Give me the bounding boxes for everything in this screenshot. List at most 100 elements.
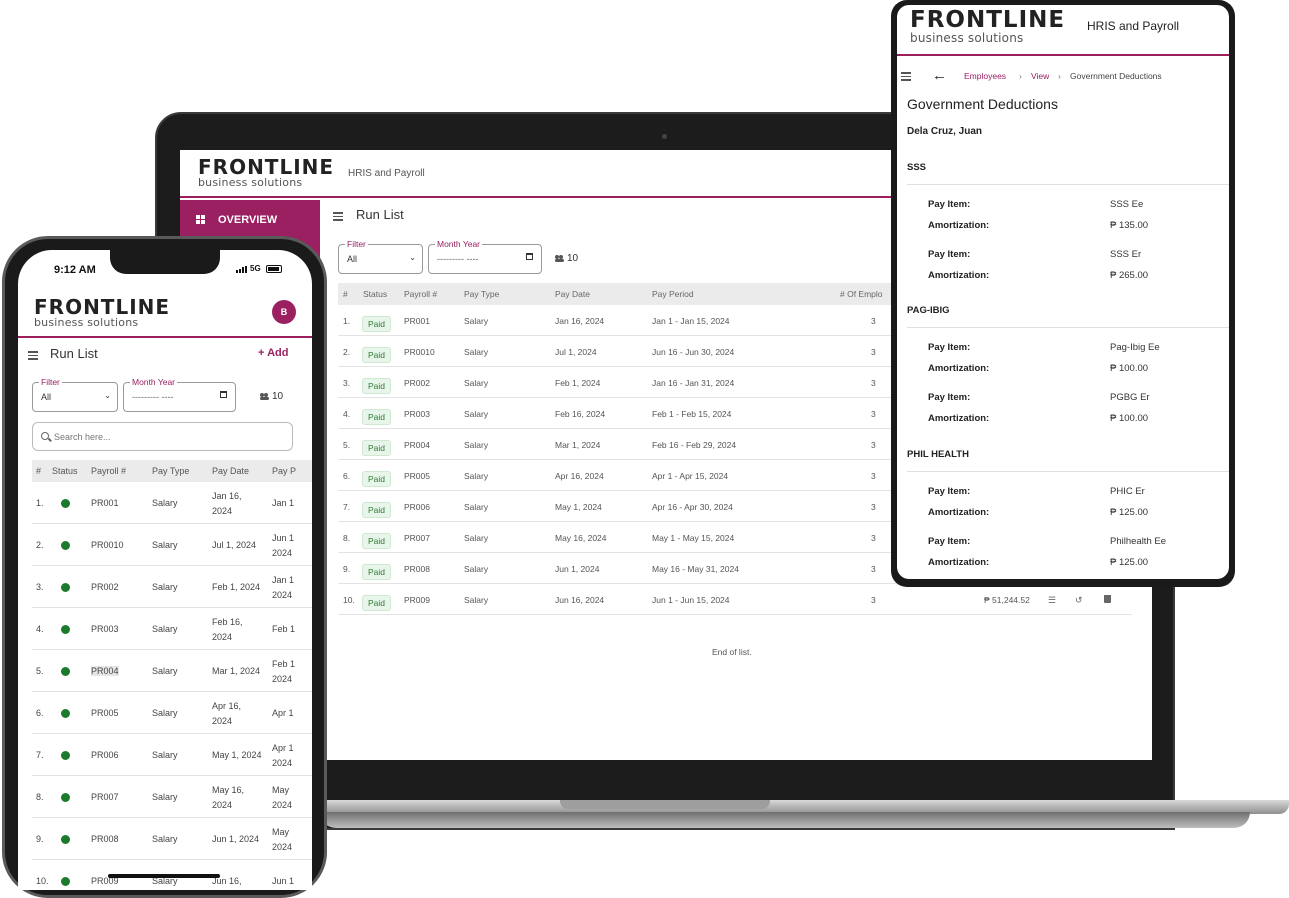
menu-toggle-icon[interactable] bbox=[333, 212, 343, 221]
search-input[interactable]: Search here... bbox=[32, 422, 293, 451]
table-row[interactable]: 8. PR007 Salary May 16, 2024 May 2024 bbox=[32, 776, 312, 818]
pay-type: Salary bbox=[152, 750, 178, 760]
month-year-input[interactable]: Month Year --------- ---- bbox=[123, 377, 236, 412]
pay-period: Jan 1 bbox=[272, 498, 295, 508]
sidebar-item-label: OVERVIEW bbox=[218, 214, 278, 226]
pay-type: Salary bbox=[152, 624, 178, 634]
payroll-number[interactable]: PR008 bbox=[404, 564, 430, 574]
filter-select[interactable]: Filter All ⌄ bbox=[338, 239, 423, 274]
calendar-icon[interactable] bbox=[526, 253, 533, 260]
payroll-number[interactable]: PR002 bbox=[404, 378, 430, 388]
month-year-label: Month Year bbox=[130, 377, 178, 387]
pay-date: Jun 1, 2024 bbox=[212, 834, 260, 844]
table-row[interactable]: 6. PR005 Salary Apr 16, 2024 Apr 1 bbox=[32, 692, 312, 734]
table-row[interactable]: 7. PR006 Salary May 1, 2024 Apr 1 2024 bbox=[32, 734, 312, 776]
pay-type: Salary bbox=[464, 316, 489, 326]
table-row[interactable]: 5. PR004 Salary Mar 1, 2024 Feb 1 2024 bbox=[32, 650, 312, 692]
amortization-value: ₱ 135.00 bbox=[1110, 220, 1149, 231]
amortization-value: ₱ 100.00 bbox=[1110, 363, 1149, 374]
table-row[interactable]: 3. PR002 Salary Feb 1, 2024 Jan 1 2024 bbox=[32, 566, 312, 608]
table-row[interactable]: 1. PR001 Salary Jan 16, 2024 Jan 1 bbox=[32, 482, 312, 524]
row-index: 1. bbox=[36, 498, 44, 508]
row-index: 6. bbox=[36, 708, 44, 718]
calendar-icon[interactable] bbox=[220, 391, 227, 398]
payroll-number[interactable]: PR001 bbox=[91, 498, 119, 508]
history-icon[interactable]: ↺ bbox=[1075, 595, 1083, 606]
filter-value: All bbox=[347, 254, 358, 264]
table-row[interactable]: 9. PR008 Salary Jun 1, 2024 May 2024 bbox=[32, 818, 312, 860]
pay-type: Salary bbox=[152, 708, 178, 718]
payroll-number[interactable]: PR0010 bbox=[91, 540, 124, 550]
breadcrumb-employees[interactable]: Employees bbox=[964, 71, 1006, 81]
col-payroll: Payroll # bbox=[404, 289, 438, 299]
payroll-number[interactable]: PR002 bbox=[91, 582, 119, 592]
pay-period: Jun 1 bbox=[272, 533, 295, 543]
row-index: 5. bbox=[343, 440, 351, 450]
avatar[interactable]: B bbox=[272, 300, 296, 324]
back-arrow-icon[interactable]: ← bbox=[932, 67, 947, 84]
row-index: 4. bbox=[36, 624, 44, 634]
pay-date: Jul 1, 2024 bbox=[212, 540, 257, 550]
payroll-number[interactable]: PR006 bbox=[404, 502, 430, 512]
month-year-input[interactable]: Month Year --------- ---- bbox=[428, 239, 542, 274]
payroll-number[interactable]: PR005 bbox=[91, 708, 119, 718]
page-title: Run List bbox=[50, 346, 98, 361]
logo-main: FRONTLINE bbox=[198, 155, 335, 179]
pay-type: Salary bbox=[152, 666, 178, 676]
filter-label: Filter bbox=[345, 239, 368, 249]
sidebar-item-overview[interactable]: OVERVIEW bbox=[180, 208, 320, 232]
row-index: 8. bbox=[36, 792, 44, 802]
payroll-number[interactable]: PR001 bbox=[404, 316, 430, 326]
table-header: # Status Payroll # Pay Type Pay Date Pay… bbox=[32, 460, 312, 482]
payroll-number[interactable]: PR007 bbox=[91, 792, 119, 802]
employee-count: 3 bbox=[871, 378, 876, 388]
phone-logo: FRONTLINE business solutions bbox=[34, 297, 170, 328]
status-badge: Paid bbox=[362, 471, 392, 487]
payroll-number[interactable]: PR005 bbox=[404, 471, 430, 481]
filter-select[interactable]: Filter All ⌄ bbox=[32, 377, 118, 412]
payroll-number[interactable]: PR004 bbox=[91, 666, 119, 676]
phone-notch bbox=[110, 250, 220, 274]
amortization-value: ₱ 100.00 bbox=[1110, 413, 1149, 424]
delete-icon[interactable] bbox=[1104, 595, 1111, 603]
table-row[interactable]: 2. PR0010 Salary Jul 1, 2024 Jun 1 2024 bbox=[32, 524, 312, 566]
logo-main: FRONTLINE bbox=[34, 295, 171, 319]
status-dot bbox=[61, 709, 70, 718]
payroll-number[interactable]: PR007 bbox=[404, 533, 430, 543]
app-name: HRIS and Payroll bbox=[348, 168, 425, 179]
pay-date: Mar 1, 2024 bbox=[212, 666, 261, 676]
payroll-number[interactable]: PR003 bbox=[404, 409, 430, 419]
table-row[interactable]: 10. Paid PR009 Salary Jun 16, 2024 Jun 1 - Ju… bbox=[338, 584, 1132, 615]
status-badge: Paid bbox=[362, 378, 392, 394]
payroll-number[interactable]: PR003 bbox=[91, 624, 119, 634]
status-badge: Paid bbox=[362, 533, 392, 549]
table-row[interactable]: 4. PR003 Salary Feb 16, 2024 Feb 1 bbox=[32, 608, 312, 650]
logo-main: FRONTLINE bbox=[910, 7, 1066, 33]
pay-period: Feb 1 bbox=[272, 659, 296, 669]
payroll-number[interactable]: PR008 bbox=[91, 834, 119, 844]
add-button[interactable]: + Add bbox=[258, 347, 288, 359]
details-icon[interactable]: ☰ bbox=[1048, 595, 1056, 606]
filter-value: All bbox=[41, 392, 52, 402]
menu-toggle-icon[interactable] bbox=[28, 351, 38, 362]
pay-type: Salary bbox=[464, 409, 489, 419]
row-index: 8. bbox=[343, 533, 351, 543]
payroll-number[interactable]: PR004 bbox=[404, 440, 430, 450]
status-badge: Paid bbox=[362, 502, 392, 518]
col-pay-type: Pay Type bbox=[152, 466, 190, 476]
breadcrumb-view[interactable]: View bbox=[1031, 71, 1049, 81]
pay-date: Feb 16, 2024 bbox=[555, 409, 606, 419]
menu-toggle-icon[interactable] bbox=[901, 72, 911, 83]
status-badge: Paid bbox=[362, 316, 392, 332]
payroll-number[interactable]: PR006 bbox=[91, 750, 119, 760]
employee-count: 3 bbox=[871, 533, 876, 543]
payroll-number[interactable]: PR009 bbox=[404, 595, 430, 605]
pay-period-year: 2024 bbox=[272, 758, 293, 768]
amortization-value: ₱ 125.00 bbox=[1110, 557, 1149, 568]
employee-count: 3 bbox=[871, 564, 876, 574]
payroll-number[interactable]: PR0010 bbox=[404, 347, 435, 357]
pay-date-year: 2024 bbox=[212, 506, 233, 516]
pay-item-value: Pag-Ibig Ee bbox=[1110, 342, 1160, 353]
pay-type: Salary bbox=[152, 834, 178, 844]
col-pay-date: Pay Date bbox=[555, 289, 590, 299]
